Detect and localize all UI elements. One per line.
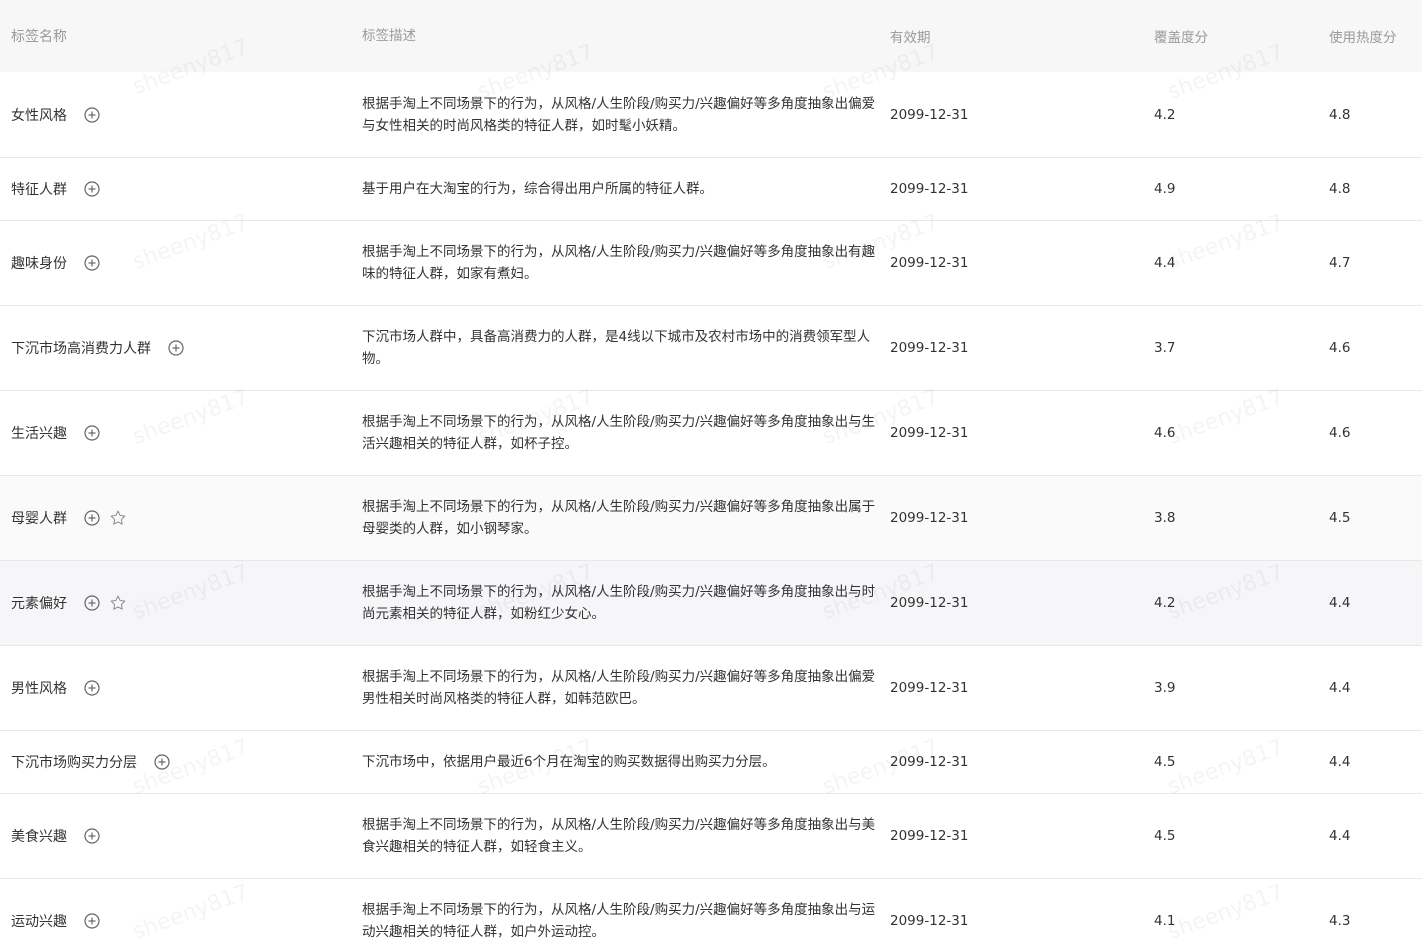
cell-expiry-date: 2099-12-31 xyxy=(890,425,969,441)
tag-name: 美食兴趣 xyxy=(11,829,67,845)
plus-circle-icon[interactable] xyxy=(81,825,103,847)
cell-coverage-score: 3.9 xyxy=(1154,680,1176,696)
table-header: 标签名称 标签描述 有效期 覆盖度分 使用热度分 xyxy=(0,0,1422,72)
column-header-date[interactable]: 有效期 xyxy=(879,26,1143,46)
table-row: 女性风格 根据手淘上不同场景下的行为，从风格/人生阶段/购买力/兴趣偏好等多角度抽… xyxy=(0,72,1422,158)
tag-name: 元素偏好 xyxy=(11,596,67,612)
plus-circle-icon[interactable] xyxy=(81,252,103,274)
table-row: 母婴人群 根据手淘上不同场景下的行为，从风格/人生阶段/购买力/兴趣偏好等多角度抽… xyxy=(0,476,1422,561)
tag-name: 女性风格 xyxy=(11,107,67,124)
plus-circle-icon[interactable] xyxy=(81,178,103,200)
cell-coverage-score: 4.6 xyxy=(1154,425,1176,441)
star-outline-icon[interactable] xyxy=(107,592,129,614)
cell-name: 男性风格 xyxy=(0,677,351,699)
cell-expiry-date: 2099-12-31 xyxy=(890,754,969,770)
cell-expiry-date: 2099-12-31 xyxy=(890,680,969,696)
tag-name: 运动兴趣 xyxy=(11,914,67,930)
cell-name: 生活兴趣 xyxy=(0,422,351,444)
cell-name: 女性风格 xyxy=(0,104,351,126)
plus-circle-icon[interactable] xyxy=(151,751,173,773)
cell-description: 根据手淘上不同场景下的行为，从风格/人生阶段/购买力/兴趣偏好等多角度抽象出偏爱… xyxy=(362,95,876,134)
cell-heat-score: 4.5 xyxy=(1329,510,1351,526)
table-row: 特征人群 基于用户在大淘宝的行为，综合得出用户所属的特征人群。 2099-12-31… xyxy=(0,158,1422,221)
plus-circle-icon[interactable] xyxy=(165,337,187,359)
column-header-coverage[interactable]: 覆盖度分 xyxy=(1143,26,1318,46)
table-body: 女性风格根据手淘上不同场景下的行为，从风格/人生阶段/购买力/兴趣偏好等多角度抽… xyxy=(0,72,1422,938)
cell-expiry-date: 2099-12-31 xyxy=(890,255,969,271)
table-row: 生活兴趣 根据手淘上不同场景下的行为，从风格/人生阶段/购买力/兴趣偏好等多角度抽… xyxy=(0,391,1422,476)
tag-name: 趣味身份 xyxy=(11,256,67,272)
cell-coverage-score: 4.9 xyxy=(1154,181,1176,197)
cell-heat-score: 4.6 xyxy=(1329,340,1351,356)
star-outline-icon[interactable] xyxy=(107,507,129,529)
plus-circle-icon[interactable] xyxy=(81,592,103,614)
table-row: 元素偏好 根据手淘上不同场景下的行为，从风格/人生阶段/购买力/兴趣偏好等多角度抽… xyxy=(0,561,1422,646)
cell-coverage-score: 4.2 xyxy=(1154,106,1176,123)
column-header-desc: 标签描述 xyxy=(362,28,416,44)
plus-circle-icon[interactable] xyxy=(81,910,103,932)
cell-expiry-date: 2099-12-31 xyxy=(890,913,969,929)
cell-name: 运动兴趣 xyxy=(0,910,351,932)
cell-expiry-date: 2099-12-31 xyxy=(890,181,969,197)
table-row: 运动兴趣 根据手淘上不同场景下的行为，从风格/人生阶段/购买力/兴趣偏好等多角度抽… xyxy=(0,879,1422,938)
cell-coverage-score: 4.4 xyxy=(1154,255,1176,271)
cell-expiry-date: 2099-12-31 xyxy=(890,340,969,356)
cell-expiry-date: 2099-12-31 xyxy=(890,595,969,611)
cell-heat-score: 4.6 xyxy=(1329,425,1351,441)
cell-name: 趣味身份 xyxy=(0,252,351,274)
cell-name: 元素偏好 xyxy=(0,592,351,614)
cell-description: 根据手淘上不同场景下的行为，从风格/人生阶段/购买力/兴趣偏好等多角度抽象出与运… xyxy=(362,902,876,938)
tag-table: 标签名称 标签描述 有效期 覆盖度分 使用热度分 女性风格根据手淘上不同场景下的… xyxy=(0,0,1422,938)
cell-coverage-score: 4.1 xyxy=(1154,913,1176,929)
plus-circle-icon[interactable] xyxy=(81,507,103,529)
tag-name: 下沉市场购买力分层 xyxy=(11,755,137,771)
tag-name: 母婴人群 xyxy=(11,511,67,527)
cell-description: 根据手淘上不同场景下的行为，从风格/人生阶段/购买力/兴趣偏好等多角度抽象出有趣… xyxy=(362,244,876,282)
cell-name: 下沉市场高消费力人群 xyxy=(0,337,351,359)
column-header-name[interactable]: 标签名称 xyxy=(0,26,351,46)
plus-circle-icon[interactable] xyxy=(81,104,103,126)
cell-name: 美食兴趣 xyxy=(0,825,351,847)
tag-name: 下沉市场高消费力人群 xyxy=(11,341,151,357)
table-row: 趣味身份 根据手淘上不同场景下的行为，从风格/人生阶段/购买力/兴趣偏好等多角度抽… xyxy=(0,221,1422,306)
cell-description: 根据手淘上不同场景下的行为，从风格/人生阶段/购买力/兴趣偏好等多角度抽象出与时… xyxy=(362,584,876,622)
cell-description: 根据手淘上不同场景下的行为，从风格/人生阶段/购买力/兴趣偏好等多角度抽象出与生… xyxy=(362,414,876,452)
cell-name: 特征人群 xyxy=(0,178,351,200)
cell-coverage-score: 3.7 xyxy=(1154,340,1176,356)
cell-name: 母婴人群 xyxy=(0,507,351,529)
cell-heat-score: 4.8 xyxy=(1329,106,1351,123)
cell-description: 基于用户在大淘宝的行为，综合得出用户所属的特征人群。 xyxy=(362,181,713,197)
cell-coverage-score: 3.8 xyxy=(1154,510,1176,526)
plus-circle-icon[interactable] xyxy=(81,677,103,699)
table-row: 男性风格 根据手淘上不同场景下的行为，从风格/人生阶段/购买力/兴趣偏好等多角度抽… xyxy=(0,646,1422,731)
cell-heat-score: 4.3 xyxy=(1329,913,1351,929)
cell-heat-score: 4.4 xyxy=(1329,754,1351,770)
cell-description: 根据手淘上不同场景下的行为，从风格/人生阶段/购买力/兴趣偏好等多角度抽象出偏爱… xyxy=(362,669,876,707)
cell-heat-score: 4.8 xyxy=(1329,181,1351,197)
cell-description: 下沉市场人群中，具备高消费力的人群，是4线以下城市及农村市场中的消费领军型人物。 xyxy=(362,329,871,367)
cell-heat-score: 4.4 xyxy=(1329,680,1351,696)
table-row: 下沉市场高消费力人群 下沉市场人群中，具备高消费力的人群，是4线以下城市及农村市场… xyxy=(0,306,1422,391)
table-row: 美食兴趣 根据手淘上不同场景下的行为，从风格/人生阶段/购买力/兴趣偏好等多角度抽… xyxy=(0,794,1422,879)
cell-expiry-date: 2099-12-31 xyxy=(890,828,969,844)
cell-coverage-score: 4.5 xyxy=(1154,828,1176,844)
table-row: 下沉市场购买力分层 下沉市场中，依据用户最近6个月在淘宝的购买数据得出购买力分层。… xyxy=(0,731,1422,794)
tag-name: 生活兴趣 xyxy=(11,426,67,442)
tag-name: 男性风格 xyxy=(11,681,67,697)
cell-coverage-score: 4.2 xyxy=(1154,595,1176,611)
cell-expiry-date: 2099-12-31 xyxy=(890,106,969,123)
cell-heat-score: 4.4 xyxy=(1329,595,1351,611)
cell-expiry-date: 2099-12-31 xyxy=(890,510,969,526)
cell-description: 根据手淘上不同场景下的行为，从风格/人生阶段/购买力/兴趣偏好等多角度抽象出属于… xyxy=(362,499,876,537)
cell-coverage-score: 4.5 xyxy=(1154,754,1176,770)
tag-name: 特征人群 xyxy=(11,182,67,198)
column-header-heat[interactable]: 使用热度分 xyxy=(1318,26,1422,46)
plus-circle-icon[interactable] xyxy=(81,422,103,444)
cell-name: 下沉市场购买力分层 xyxy=(0,751,351,773)
cell-description: 下沉市场中，依据用户最近6个月在淘宝的购买数据得出购买力分层。 xyxy=(362,754,776,770)
cell-heat-score: 4.7 xyxy=(1329,255,1351,271)
cell-description: 根据手淘上不同场景下的行为，从风格/人生阶段/购买力/兴趣偏好等多角度抽象出与美… xyxy=(362,817,876,855)
cell-heat-score: 4.4 xyxy=(1329,828,1351,844)
